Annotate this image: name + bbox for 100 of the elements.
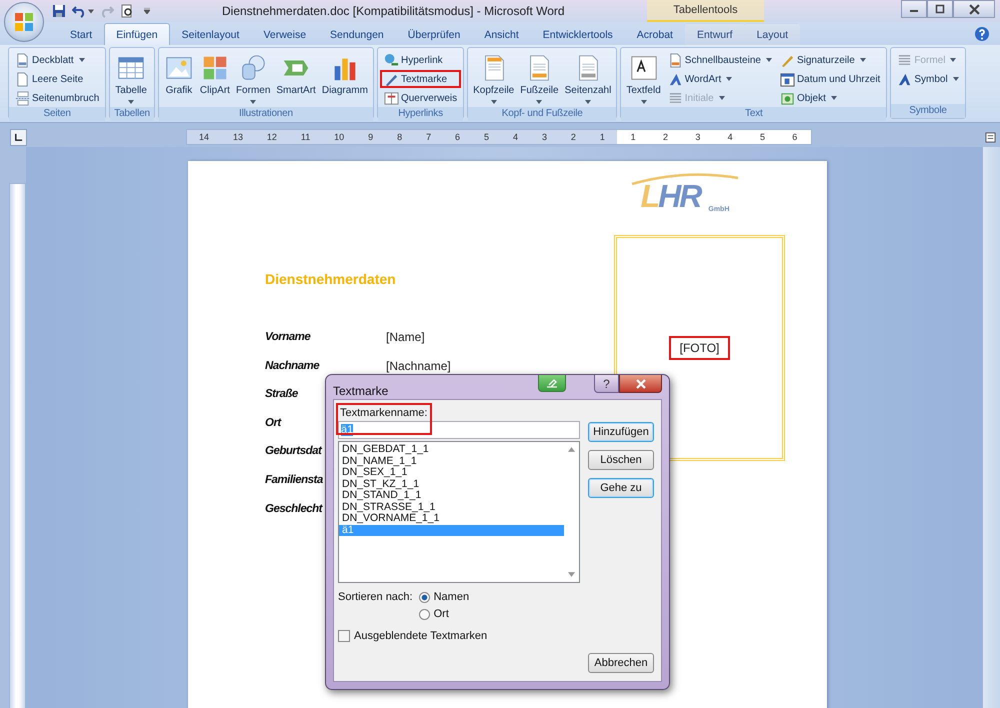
ruler-number: 12 bbox=[266, 132, 277, 142]
ribbon-button[interactable]: Textmarke bbox=[380, 70, 462, 88]
field-label: Vorname bbox=[265, 331, 310, 343]
bookmark-list-item[interactable]: DN_NAME_1_1 bbox=[339, 456, 564, 467]
ribbon-button[interactable]: Formen bbox=[232, 50, 274, 107]
ruler-number: 5 bbox=[484, 132, 490, 142]
ruler-number: 5 bbox=[760, 132, 765, 142]
ribbon-button[interactable]: Tabelle bbox=[112, 50, 150, 107]
close-button[interactable] bbox=[953, 0, 995, 18]
ruler-number: 11 bbox=[300, 132, 310, 142]
minimize-button[interactable] bbox=[901, 0, 927, 18]
ruler-number: 7 bbox=[426, 132, 432, 142]
office-button[interactable] bbox=[4, 2, 44, 42]
bookmark-list-item[interactable]: DN_ST_KZ_1_1 bbox=[339, 478, 564, 490]
ruler-number: 13 bbox=[232, 132, 243, 142]
dialog-close-button[interactable] bbox=[619, 375, 662, 393]
ribbon-tab[interactable]: Entwurf bbox=[684, 23, 745, 45]
ribbon-tab[interactable]: Sendungen bbox=[318, 23, 396, 45]
ribbon-button[interactable]: Deckblatt bbox=[11, 51, 104, 69]
ribbon-button[interactable]: Hyperlink bbox=[380, 51, 462, 69]
ribbon-tab[interactable]: Überprüfen bbox=[396, 23, 472, 45]
ribbon-tab[interactable]: Layout bbox=[744, 23, 800, 45]
ribbon-button[interactable]: Textfeld bbox=[623, 50, 664, 107]
cancel-button[interactable]: Abbrechen bbox=[588, 653, 654, 673]
quick-parts-icon bbox=[668, 52, 683, 68]
bookmark-list-item[interactable]: DN_GEBDAT_1_1 bbox=[339, 444, 564, 456]
photo-placeholder-text: [FOTO] bbox=[668, 336, 730, 360]
ribbon-tab[interactable]: Einfügen bbox=[104, 23, 170, 45]
ruler-number: 3 bbox=[542, 132, 547, 142]
ribbon-button[interactable]: WordArt bbox=[664, 70, 776, 88]
ribbon-button[interactable]: Datum und Uhrzeit bbox=[776, 70, 884, 88]
print-preview-icon[interactable] bbox=[120, 4, 134, 18]
ribbon-tab[interactable]: Ansicht bbox=[472, 23, 531, 45]
ruler-number: 6 bbox=[792, 132, 798, 142]
bookmark-list-item[interactable]: DN_VORNAME_1_1 bbox=[339, 513, 564, 524]
ribbon-button[interactable]: Kopfzeile bbox=[470, 50, 518, 107]
ruler-number: 14 bbox=[198, 132, 209, 142]
radio-button[interactable] bbox=[418, 608, 430, 620]
ribbon-button[interactable]: Grafik bbox=[160, 50, 197, 99]
help-icon[interactable] bbox=[974, 26, 990, 42]
checkbox-label: Ausgeblendete Textmarken bbox=[354, 630, 488, 642]
tab-selector-button[interactable] bbox=[10, 128, 27, 146]
vertical-scrollbar[interactable] bbox=[982, 147, 1000, 708]
ribbon-tab[interactable]: Start bbox=[58, 23, 104, 45]
ribbon-tab[interactable]: Verweise bbox=[251, 23, 318, 45]
ribbon-button[interactable]: Signaturzeile bbox=[776, 51, 884, 69]
document-heading: Dienstnehmerdaten bbox=[265, 271, 397, 287]
ribbon-tab[interactable]: Acrobat bbox=[624, 23, 685, 45]
ribbon-tab[interactable]: Entwicklertools bbox=[530, 23, 625, 45]
sort-radio-option[interactable]: Namen bbox=[418, 591, 470, 603]
blank-page-icon bbox=[15, 72, 30, 86]
cover-page-icon bbox=[15, 52, 30, 68]
bookmark-list-item[interactable]: DN_STAND_1_1 bbox=[339, 490, 564, 502]
undo-icon[interactable] bbox=[72, 4, 86, 18]
office-logo-icon bbox=[14, 12, 34, 32]
bookmark-list-item[interactable]: DN_SEX_1_1 bbox=[339, 467, 564, 478]
customize-caret-icon[interactable] bbox=[144, 8, 150, 14]
page-break-icon bbox=[15, 90, 30, 106]
checkbox[interactable] bbox=[338, 630, 350, 642]
ribbon-button[interactable]: Seitenumbruch bbox=[11, 89, 104, 107]
bookmark-list-item[interactable]: DN_STRASSE_1_1 bbox=[339, 502, 564, 513]
save-icon[interactable] bbox=[52, 4, 66, 18]
field-label: Straße bbox=[265, 388, 298, 400]
ruler-number: 6 bbox=[455, 132, 460, 142]
dialog-extra-button[interactable] bbox=[538, 375, 566, 392]
ribbon-button[interactable]: Fußzeile bbox=[517, 50, 562, 107]
ribbon-button[interactable]: Leere Seite bbox=[11, 70, 104, 88]
cross-reference-icon bbox=[384, 90, 399, 106]
ribbon-button[interactable]: Symbol bbox=[893, 70, 963, 88]
ribbon-button[interactable]: Seitenzahl bbox=[562, 50, 614, 107]
caret-icon[interactable] bbox=[88, 8, 94, 14]
dialog-button[interactable]: Gehe zu bbox=[588, 478, 654, 498]
ruler-number: 10 bbox=[334, 132, 344, 142]
field-label: Nachname bbox=[265, 360, 320, 372]
ribbon-button[interactable]: Schnellbausteine bbox=[664, 51, 776, 69]
field-value: [Name] bbox=[386, 330, 425, 344]
radio-label: Namen bbox=[434, 591, 470, 603]
field-label: Geschlecht bbox=[265, 502, 322, 515]
ribbon-button[interactable]: Diagramm bbox=[318, 50, 371, 99]
ruler-toggle-icon bbox=[985, 132, 996, 142]
window-title: Dienstnehmerdaten.doc [Kompatibilitätsmodus] - Microsoft Word bbox=[221, 4, 566, 18]
ribbon-button[interactable]: SmartArt bbox=[273, 50, 319, 99]
radio-button[interactable] bbox=[418, 592, 430, 602]
restore-button[interactable] bbox=[927, 0, 953, 18]
view-ruler-button[interactable] bbox=[983, 130, 998, 144]
ribbon-button[interactable]: ClipArt bbox=[196, 50, 233, 99]
ribbon-button[interactable]: Querverweis bbox=[380, 89, 462, 107]
ruler-number: 1 bbox=[630, 132, 636, 142]
dialog-help-button[interactable]: ? bbox=[594, 375, 619, 393]
dialog-button[interactable]: Löschen bbox=[588, 450, 654, 470]
pen-icon bbox=[545, 378, 559, 388]
bookmark-list[interactable]: DN_GEBDAT_1_1 DN_NAME_1_1 DN_SEX_1_1 DN_ST_KZ_1_1 DN_STAND_1_1 DN_STRASSE_1_1 DN_VORNAME_1_1 ä1 bbox=[338, 441, 580, 583]
ruler-number: 2 bbox=[662, 132, 668, 142]
group-label: Tabellen bbox=[110, 107, 154, 121]
sort-radio-option[interactable]: Ort bbox=[418, 608, 470, 620]
ribbon-button[interactable]: Objekt bbox=[776, 89, 884, 107]
ribbon-tab[interactable]: Seitenlayout bbox=[170, 23, 252, 45]
ruler-number: 2 bbox=[570, 132, 576, 142]
close-icon bbox=[636, 378, 646, 388]
dialog-button[interactable]: Hinzufügen bbox=[588, 422, 654, 442]
